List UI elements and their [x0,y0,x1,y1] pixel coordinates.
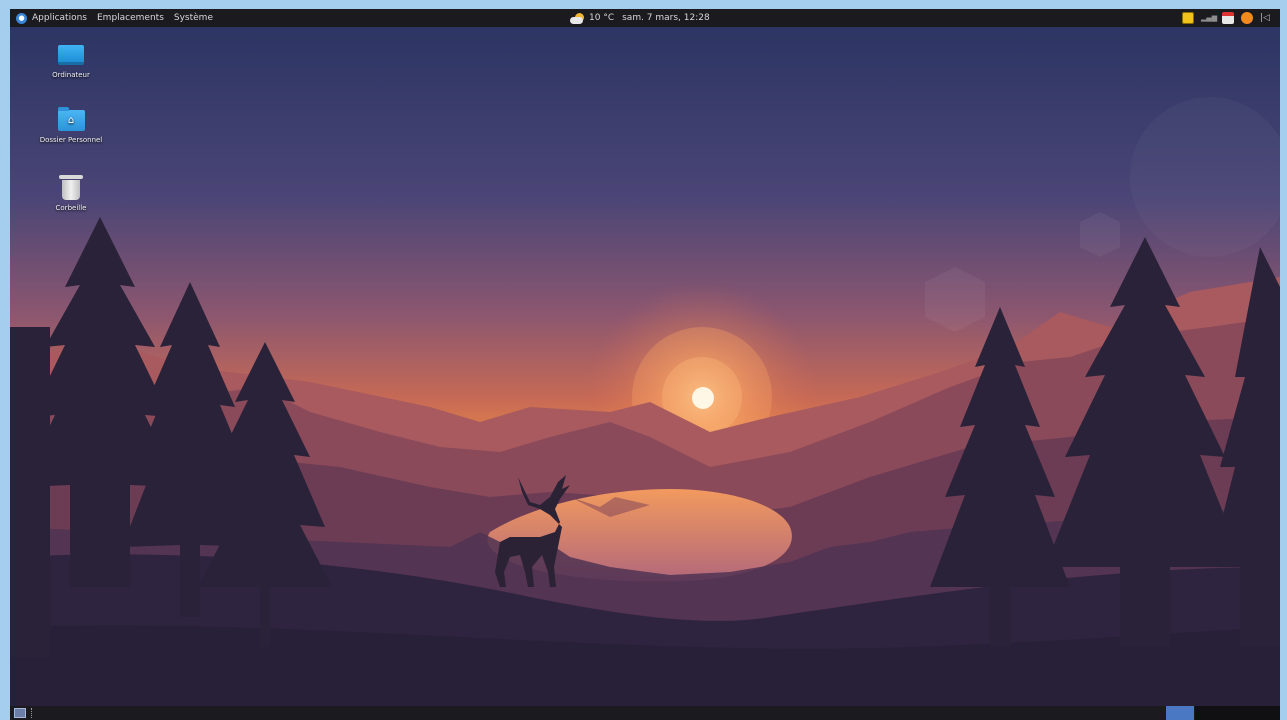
workspace-switcher-1[interactable] [1166,706,1194,720]
desktop-icon-label: Ordinateur [52,71,90,79]
desktop-icon-trash[interactable]: Corbeille [16,175,126,212]
weather-partly-cloudy-icon [570,12,586,24]
clock-weather-applet[interactable]: 10 °C sam. 7 mars, 12:28 [570,9,710,27]
volume-icon[interactable]: |◁ [1260,12,1274,24]
menu-places[interactable]: Emplacements [97,13,164,23]
network-icon[interactable]: ▂▄▆ [1201,12,1217,24]
distro-logo-icon[interactable]: ● [16,12,27,24]
desktop-screen: ● Applications Emplacements Système 10 °… [10,9,1280,720]
bottom-panel [10,706,1280,720]
menu-bar: ● Applications Emplacements Système [10,9,223,27]
menu-system[interactable]: Système [174,13,213,23]
computer-icon [58,45,84,65]
trash-icon [59,175,83,200]
desktop-icon-home-folder[interactable]: ⌂ Dossier Personnel [16,107,126,144]
wallpaper [10,27,1280,706]
temperature-readout: 10 °C [589,13,615,23]
menu-applications[interactable]: Applications [32,13,87,23]
panel-separator [31,708,34,718]
system-tray: ▂▄▆ |◁ [1175,9,1274,27]
top-panel: ● Applications Emplacements Système 10 °… [10,9,1280,27]
home-folder-icon: ⌂ [57,107,85,131]
workspace-switcher-2[interactable] [1195,706,1280,720]
desktop-icon-label: Dossier Personnel [39,136,103,144]
notes-icon[interactable] [1182,12,1194,24]
desktop-icon-computer[interactable]: Ordinateur [16,45,126,79]
date-time: sam. 7 mars, 12:28 [622,13,710,23]
desktop-icon-label: Corbeille [55,204,87,212]
show-desktop-icon[interactable] [14,708,26,718]
mail-icon[interactable] [1222,12,1234,24]
update-icon[interactable] [1241,12,1253,24]
